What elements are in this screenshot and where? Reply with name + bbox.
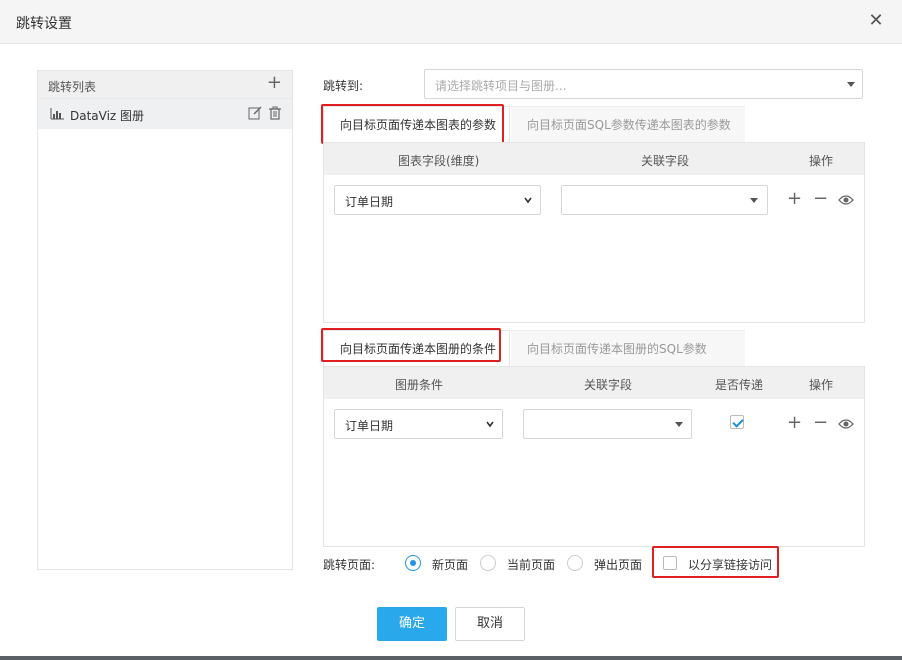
column-header-link-field: 关联字段	[584, 378, 633, 392]
column-header-link-field: 关联字段	[641, 154, 690, 168]
tab-chart-params[interactable]: 向目标页面传递本图表的参数	[323, 106, 510, 142]
jump-list-title: 跳转列表	[48, 80, 97, 94]
link-field-select[interactable]	[523, 409, 692, 439]
jump-list-header: 跳转列表 +	[38, 71, 292, 99]
link-field-select[interactable]	[561, 185, 768, 215]
column-header-ops: 操作	[809, 154, 834, 168]
cancel-button[interactable]: 取消	[455, 607, 525, 641]
caret-down-icon	[675, 422, 683, 427]
add-row-icon[interactable]: +	[787, 190, 802, 208]
bar-chart-icon	[50, 108, 64, 120]
tab-book-conditions[interactable]: 向目标页面传递本图册的条件	[323, 330, 510, 366]
column-header-book-condition: 图册条件	[395, 378, 444, 392]
chevron-down-icon	[524, 197, 532, 204]
column-header-chart-field: 图表字段(维度)	[398, 154, 480, 168]
tab-chart-sql-params[interactable]: 向目标页面SQL参数传递本图表的参数	[511, 106, 745, 142]
share-link-label: 以分享链接访问	[688, 558, 773, 572]
list-item[interactable]: DataViz 图册	[38, 99, 292, 129]
table-header: 图表字段(维度) 关联字段 操作	[324, 143, 864, 175]
page-mode-label: 跳转页面:	[323, 558, 376, 572]
radio-current-page[interactable]	[480, 555, 496, 571]
target-select[interactable]: 请选择跳转项目与图册...	[424, 69, 863, 99]
chart-param-tabs: 向目标页面传递本图表的参数 向目标页面SQL参数传递本图表的参数	[323, 106, 865, 142]
jump-list-panel: 跳转列表 + DataViz 图册	[37, 70, 293, 570]
book-condition-table: 图册条件 关联字段 是否传递 操作 订单日期 + −	[323, 366, 865, 547]
close-icon[interactable]: ✕	[866, 11, 886, 31]
remove-row-icon[interactable]: −	[813, 414, 828, 432]
radio-new-page[interactable]	[405, 555, 421, 571]
edit-icon[interactable]	[248, 106, 262, 120]
trash-icon[interactable]	[268, 106, 282, 120]
caret-down-icon	[750, 198, 758, 203]
chevron-down-icon	[486, 421, 494, 428]
caret-down-icon	[847, 82, 855, 87]
radio-new-page-label: 新页面	[432, 558, 469, 572]
book-condition-select[interactable]: 订单日期	[334, 409, 503, 439]
confirm-button[interactable]: 确定	[377, 607, 447, 641]
dialog-title: 跳转设置	[16, 16, 72, 32]
eye-icon[interactable]	[838, 418, 854, 430]
add-icon[interactable]: +	[267, 74, 282, 92]
jump-settings-dialog: 跳转设置 ✕ 跳转列表 + DataViz 图册 跳转到: 请选择跳转项目与图册…	[0, 0, 902, 656]
radio-current-page-label: 当前页面	[507, 558, 556, 572]
book-condition-value: 订单日期	[345, 419, 394, 433]
list-item-label: DataViz 图册	[70, 109, 145, 123]
chart-field-value: 订单日期	[345, 195, 394, 209]
chart-param-table: 图表字段(维度) 关联字段 操作 订单日期 + −	[323, 142, 865, 323]
pass-checkbox[interactable]	[730, 415, 744, 429]
book-condition-tabs: 向目标页面传递本图册的条件 向目标页面传递本图册的SQL参数	[323, 330, 865, 366]
add-row-icon[interactable]: +	[787, 414, 802, 432]
chart-field-select[interactable]: 订单日期	[334, 185, 541, 215]
dialog-titlebar: 跳转设置 ✕	[0, 0, 902, 44]
radio-popup-page[interactable]	[567, 555, 583, 571]
column-header-ops: 操作	[809, 378, 834, 392]
target-label: 跳转到:	[323, 79, 364, 93]
eye-icon[interactable]	[838, 194, 854, 206]
share-link-checkbox[interactable]	[663, 556, 677, 570]
radio-popup-page-label: 弹出页面	[594, 558, 643, 572]
target-placeholder: 请选择跳转项目与图册...	[435, 79, 567, 93]
tab-book-sql-params[interactable]: 向目标页面传递本图册的SQL参数	[511, 330, 745, 366]
table-header: 图册条件 关联字段 是否传递 操作	[324, 367, 864, 399]
column-header-pass: 是否传递	[715, 378, 764, 392]
remove-row-icon[interactable]: −	[813, 190, 828, 208]
